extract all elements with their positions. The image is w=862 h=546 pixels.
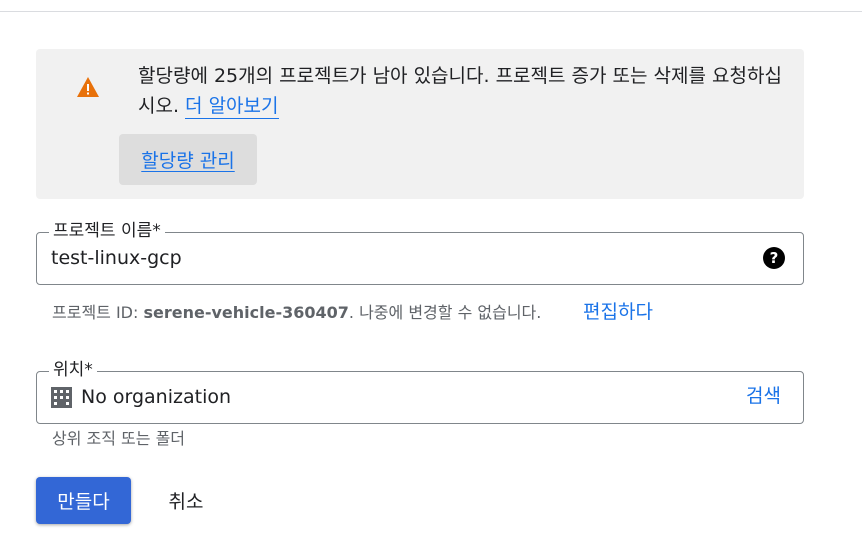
location-hint: 상위 조직 또는 폴더: [52, 429, 186, 448]
edit-project-id-link[interactable]: 편집하다: [583, 300, 653, 324]
top-divider: [0, 11, 862, 12]
project-id-hint: 프로젝트 ID: serene-vehicle-360407. 나중에 변경할 …: [52, 302, 541, 324]
location-label: 위치*: [49, 359, 97, 381]
project-id-suffix: . 나중에 변경할 수 없습니다.: [348, 303, 542, 322]
project-id-prefix: 프로젝트 ID:: [52, 303, 144, 322]
quota-message: 할당량에 25개의 프로젝트가 남아 있습니다. 프로젝트 증가 또는 삭제를 …: [138, 61, 784, 121]
help-icon[interactable]: ?: [763, 247, 785, 269]
location-value: No organization: [81, 386, 232, 408]
quota-notice: 할당량에 25개의 프로젝트가 남아 있습니다. 프로젝트 증가 또는 삭제를 …: [36, 49, 804, 199]
project-name-field[interactable]: 프로젝트 이름* test-linux-gcp ?: [36, 220, 804, 285]
browse-link[interactable]: 검색: [746, 384, 781, 408]
cancel-button[interactable]: 취소: [153, 477, 219, 524]
manage-quota-button[interactable]: 할당량 관리: [119, 134, 257, 185]
learn-more-link[interactable]: 더 알아보기: [185, 95, 279, 119]
organization-icon: [51, 387, 72, 408]
create-button[interactable]: 만들다: [36, 477, 131, 524]
project-name-input[interactable]: test-linux-gcp: [51, 246, 182, 270]
project-id-value: serene-vehicle-360407: [143, 303, 349, 322]
location-field[interactable]: 위치* No organization 검색: [36, 359, 804, 424]
warning-icon: [77, 77, 99, 97]
project-name-label: 프로젝트 이름*: [49, 220, 165, 242]
